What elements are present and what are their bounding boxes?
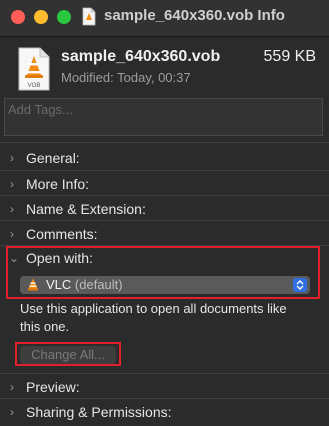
section-general[interactable]: › General:: [0, 148, 329, 172]
divider: [0, 195, 329, 196]
close-button[interactable]: [11, 10, 25, 24]
divider: [0, 373, 329, 374]
info-window: sample_640x360.vob Info VOB sample_640x3…: [0, 0, 329, 426]
file-icon-caption: VOB: [28, 83, 41, 89]
chevron-down-icon: ⌄: [9, 251, 20, 265]
app-name: VLC: [46, 277, 72, 292]
chevron-right-icon: ›: [10, 380, 14, 394]
section-sharing-permissions[interactable]: › Sharing & Permissions:: [0, 402, 329, 426]
divider: [0, 398, 329, 399]
change-all-button[interactable]: Change All...: [20, 346, 116, 364]
popup-stepper-icon: [293, 278, 307, 292]
modified-date: Modified: Today, 00:37: [61, 70, 191, 85]
section-preview-label: Preview:: [26, 379, 80, 395]
app-default-label: (default): [74, 277, 123, 292]
tags-field[interactable]: [4, 98, 323, 136]
tags-input[interactable]: [8, 102, 308, 117]
section-general-label: General:: [26, 150, 80, 166]
title-bar[interactable]: sample_640x360.vob Info: [0, 0, 329, 37]
section-more-info-label: More Info:: [26, 176, 90, 192]
file-size: 559 KB: [263, 48, 316, 65]
chevron-right-icon: ›: [10, 177, 14, 191]
vlc-icon: [28, 278, 38, 291]
vob-file-icon: [82, 7, 96, 26]
divider: [0, 220, 329, 221]
open-with-description: Use this application to open all documen…: [20, 301, 287, 334]
window-title: sample_640x360.vob Info: [104, 7, 285, 24]
vob-file-icon: VOB: [18, 47, 50, 91]
divider: [0, 245, 329, 246]
chevron-right-icon: ›: [10, 227, 14, 241]
selected-app: VLC (default): [46, 277, 123, 292]
divider: [0, 142, 329, 143]
file-name: sample_640x360.vob: [61, 48, 221, 65]
section-comments-label: Comments:: [26, 226, 98, 242]
open-with-app-popup[interactable]: VLC (default): [20, 276, 310, 294]
chevron-right-icon: ›: [10, 405, 14, 419]
divider: [0, 170, 329, 171]
section-name-extension-label: Name & Extension:: [26, 201, 146, 217]
section-open-with[interactable]: ⌄ Open with:: [0, 248, 329, 272]
chevron-right-icon: ›: [10, 151, 14, 165]
zoom-button[interactable]: [57, 10, 71, 24]
minimize-button[interactable]: [34, 10, 48, 24]
section-sharing-label: Sharing & Permissions:: [26, 404, 172, 420]
chevron-right-icon: ›: [10, 202, 14, 216]
section-open-with-label: Open with:: [26, 250, 93, 266]
